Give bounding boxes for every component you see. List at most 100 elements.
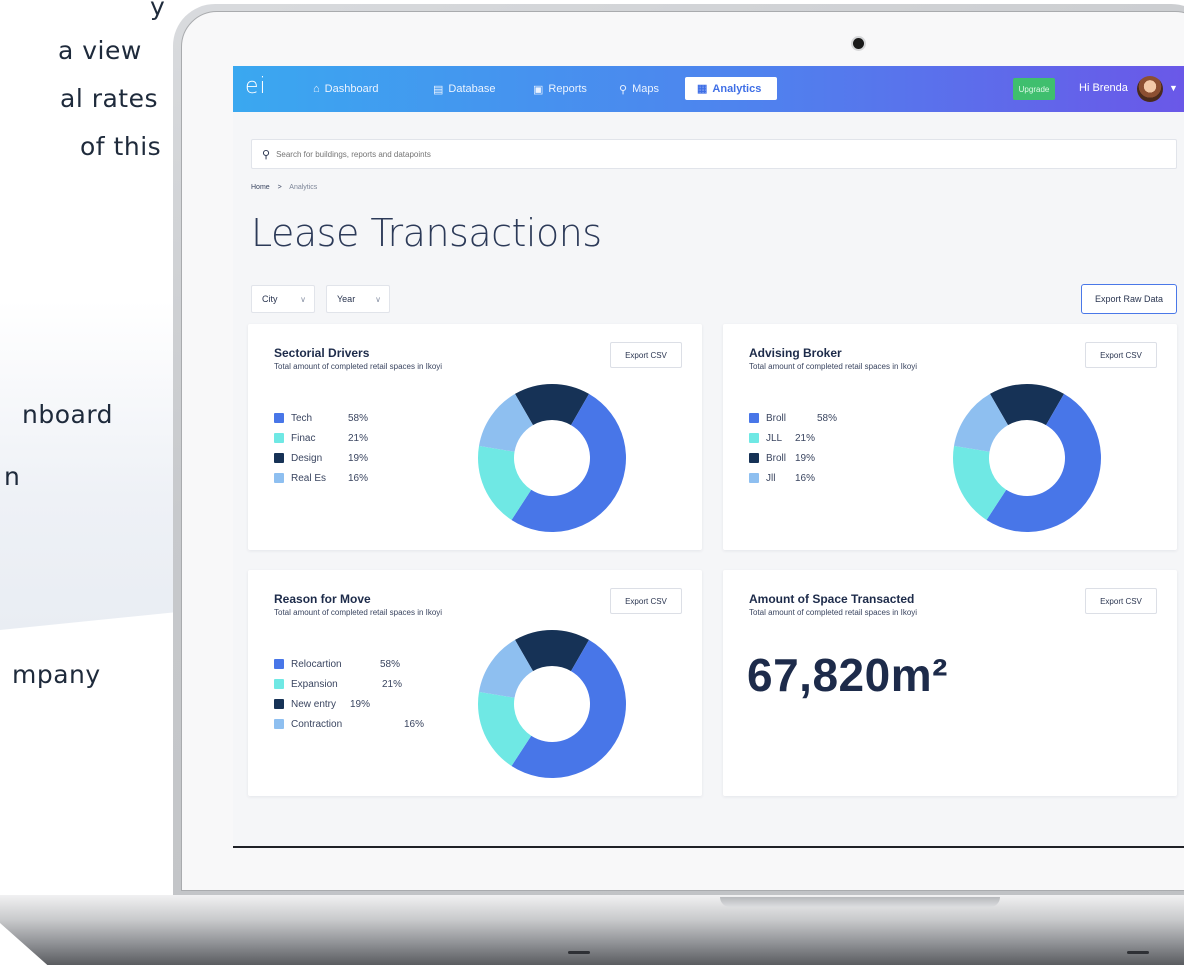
space-transacted-card: Amount of Space Transacted Total amount … — [723, 570, 1177, 796]
nav-analytics-label: Analytics — [712, 82, 762, 95]
nav-dashboard[interactable]: ⌂ Dashboard — [313, 79, 378, 99]
bg-text-fragment: a view — [58, 36, 142, 65]
legend-item: Jll 16% — [749, 468, 815, 488]
legend-label: Broll — [766, 412, 787, 424]
card-title: Advising Broker — [749, 346, 842, 360]
legend-value: 19% — [350, 698, 371, 710]
card-subtitle: Total amount of completed retail spaces … — [749, 362, 918, 371]
legend-value: 21% — [348, 432, 369, 444]
camera-icon — [853, 38, 864, 49]
nav-analytics[interactable]: ▦ Analytics — [685, 77, 778, 100]
legend-label: Real Es — [291, 472, 327, 484]
legend-label: Contraction — [291, 718, 343, 730]
legend-value: 58% — [348, 412, 369, 424]
legend-value: 19% — [795, 452, 816, 464]
export-csv-button[interactable]: Export CSV — [1085, 588, 1157, 614]
bg-text-fragment: al rates — [60, 84, 159, 113]
upgrade-button[interactable]: Upgrade — [1013, 78, 1055, 100]
legend-label: Broll — [766, 452, 787, 464]
nav-database[interactable]: ▤ Database — [433, 79, 496, 99]
nav-maps-label: Maps — [632, 83, 659, 95]
legend-label: New entry — [291, 698, 337, 710]
nav-database-label: Database — [448, 83, 496, 95]
legend-swatch — [749, 473, 759, 483]
sectorial-drivers-card: Sectorial Drivers Total amount of comple… — [248, 324, 702, 550]
page-title: Lease Transactions — [251, 211, 602, 255]
legend-item: Broll 58% — [749, 408, 837, 428]
legend-label: Finac — [291, 432, 316, 444]
search-bar[interactable]: ⚲ — [251, 139, 1177, 169]
document-icon: ▤ — [433, 83, 444, 96]
legend-value: 21% — [382, 678, 403, 690]
legend-item: Expansion 21% — [274, 674, 402, 694]
laptop-base — [0, 895, 1184, 965]
legend-value: 19% — [348, 452, 369, 464]
laptop-foot — [568, 951, 590, 954]
report-icon: ▣ — [533, 83, 544, 96]
legend-value: 58% — [380, 658, 401, 670]
card-subtitle: Total amount of completed retail spaces … — [749, 608, 918, 617]
year-filter-select[interactable]: Year ∨ — [326, 285, 390, 313]
home-icon: ⌂ — [313, 83, 320, 95]
legend-item: Real Es 16% — [274, 468, 368, 488]
nav-dashboard-label: Dashboard — [324, 83, 379, 95]
legend-swatch — [749, 453, 759, 463]
legend-swatch — [274, 433, 284, 443]
bg-text-fragment: nboard — [22, 400, 114, 429]
legend-swatch — [274, 413, 284, 423]
legend-label: Design — [291, 452, 323, 464]
export-csv-button[interactable]: Export CSV — [1085, 342, 1157, 368]
chart-legend: Broll 58% JLL 21% Broll 19% Jll 16% — [749, 408, 837, 488]
chevron-down-icon: ∨ — [300, 294, 306, 304]
card-title: Amount of Space Transacted — [749, 592, 915, 606]
legend-value: 16% — [795, 472, 816, 484]
legend-label: Tech — [291, 412, 313, 424]
city-filter-select[interactable]: City ∨ — [251, 285, 315, 313]
advising-broker-card: Advising Broker Total amount of complete… — [723, 324, 1177, 550]
legend-swatch — [274, 699, 284, 709]
legend-item: Design 19% — [274, 448, 368, 468]
nav-reports-label: Reports — [548, 83, 587, 95]
legend-label: Expansion — [291, 678, 338, 690]
card-subtitle: Total amount of completed retail spaces … — [274, 608, 443, 617]
app-logo[interactable]: ei — [245, 74, 267, 99]
export-csv-button[interactable]: Export CSV — [610, 588, 682, 614]
legend-swatch — [274, 659, 284, 669]
bg-text-fragment: mpany — [12, 660, 101, 689]
legend-item: Contraction 16% — [274, 714, 424, 734]
legend-item: Broll 19% — [749, 448, 815, 468]
export-csv-button[interactable]: Export CSV — [610, 342, 682, 368]
breadcrumb-home[interactable]: Home — [251, 184, 270, 191]
legend-swatch — [274, 719, 284, 729]
card-title: Sectorial Drivers — [274, 346, 370, 360]
breadcrumb: Home > Analytics — [251, 184, 317, 191]
legend-item: JLL 21% — [749, 428, 815, 448]
legend-swatch — [274, 473, 284, 483]
legend-value: 16% — [348, 472, 369, 484]
export-raw-data-button[interactable]: Export Raw Data — [1081, 284, 1177, 314]
card-title: Reason for Move — [274, 592, 371, 606]
advising-broker-donut-chart — [953, 384, 1101, 532]
legend-item: Finac 21% — [274, 428, 368, 448]
legend-label: Jll — [766, 472, 776, 484]
chevron-down-icon[interactable]: ▼ — [1169, 83, 1178, 93]
map-icon: ⚲ — [619, 83, 628, 96]
legend-swatch — [749, 413, 759, 423]
legend-swatch — [274, 679, 284, 689]
legend-swatch — [749, 433, 759, 443]
year-filter-label: Year — [337, 294, 356, 304]
bg-text-fragment: n — [4, 462, 21, 491]
nav-reports[interactable]: ▣ Reports — [533, 79, 587, 99]
legend-label: JLL — [766, 432, 783, 444]
search-input[interactable] — [276, 149, 877, 159]
nav-maps[interactable]: ⚲ Maps — [619, 79, 659, 99]
avatar[interactable] — [1137, 76, 1163, 102]
breadcrumb-current: Analytics — [289, 184, 318, 191]
legend-item: New entry 19% — [274, 694, 370, 714]
city-filter-label: City — [262, 294, 278, 304]
user-greeting: Hi Brenda — [1079, 82, 1128, 94]
legend-value: 16% — [404, 718, 425, 730]
laptop-foot — [1127, 951, 1149, 954]
top-navigation-bar: ei ⌂ Dashboard ▤ Database ▣ Reports ⚲ Ma… — [233, 66, 1184, 112]
legend-item: Tech 58% — [274, 408, 368, 428]
